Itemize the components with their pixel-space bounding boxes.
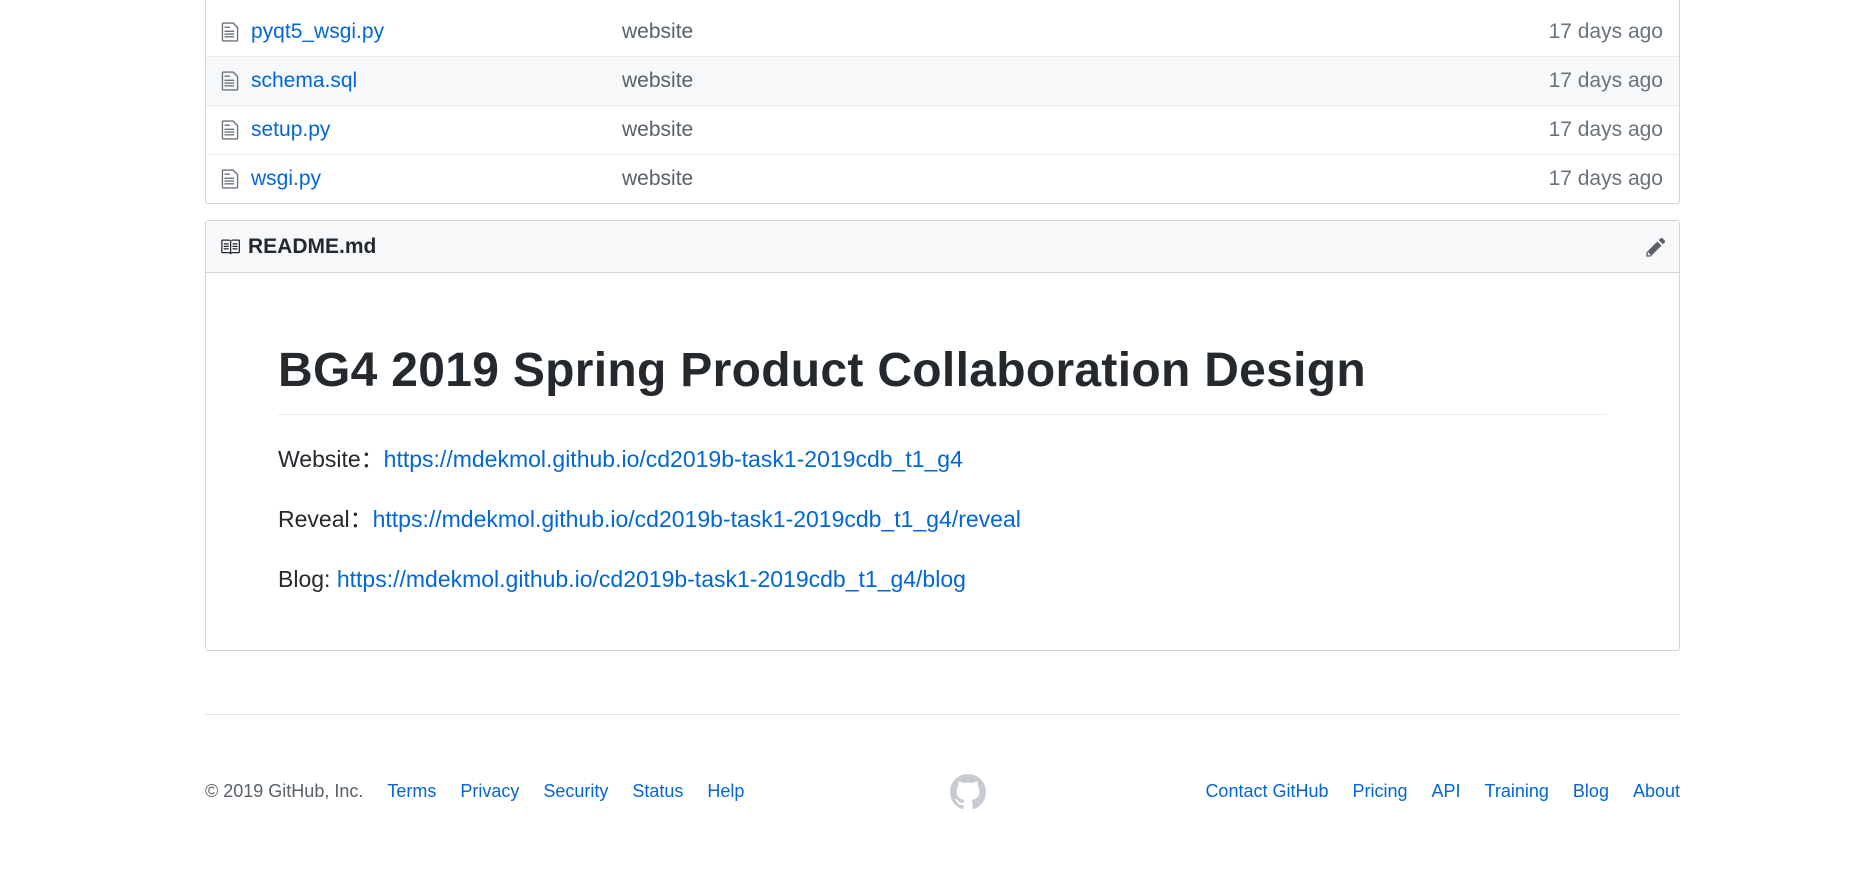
commit-message[interactable]: website [622,20,1549,44]
line-label: Blog: [278,566,337,592]
copyright: © 2019 GitHub, Inc. [205,780,364,801]
line-label: Website： [278,446,384,472]
file-name-link[interactable]: wsgi.py [251,167,622,191]
commit-message[interactable]: website [622,69,1549,93]
github-logo-icon[interactable] [950,774,986,810]
line-label: Reveal： [278,506,373,532]
table-row[interactable]: pyqt5_wsgi.py website 17 days ago [206,0,1679,56]
footer-link-contact[interactable]: Contact GitHub [1205,781,1328,802]
footer-link-api[interactable]: API [1432,781,1461,802]
commit-age: 17 days ago [1548,167,1663,190]
file-list: pyqt5_wsgi.py website 17 days ago schema… [205,0,1680,204]
footer-link-help[interactable]: Help [707,781,744,802]
reveal-link[interactable]: https://mdekmol.github.io/cd2019b-task1-… [373,506,1021,532]
file-name-link[interactable]: setup.py [251,118,622,142]
readme-heading: BG4 2019 Spring Product Collaboration De… [278,343,1607,415]
file-name-link[interactable]: schema.sql [251,69,622,93]
commit-age: 17 days ago [1548,69,1663,92]
footer-link-pricing[interactable]: Pricing [1353,781,1408,802]
readme-panel: README.md BG4 2019 Spring Product Collab… [205,220,1680,651]
readme-body: BG4 2019 Spring Product Collaboration De… [206,273,1679,593]
file-icon [221,71,239,91]
table-row[interactable]: schema.sql website 17 days ago [206,56,1679,105]
table-row[interactable]: wsgi.py website 17 days ago [206,154,1679,203]
footer-left: © 2019 GitHub, Inc. Terms Privacy Securi… [205,781,1181,802]
blog-link[interactable]: https://mdekmol.github.io/cd2019b-task1-… [337,566,966,592]
file-icon [221,169,239,189]
readme-line: Blog: https://mdekmol.github.io/cd2019b-… [278,565,1607,593]
file-name-link[interactable]: pyqt5_wsgi.py [251,20,622,44]
website-link[interactable]: https://mdekmol.github.io/cd2019b-task1-… [384,446,963,472]
readme-line: Website：https://mdekmol.github.io/cd2019… [278,445,1607,473]
footer-link-blog[interactable]: Blog [1573,781,1609,802]
footer-divider [205,714,1680,715]
file-icon [221,120,239,140]
commit-message[interactable]: website [622,167,1549,191]
footer-link-status[interactable]: Status [632,781,683,802]
footer-link-about[interactable]: About [1633,781,1680,802]
footer-link-terms[interactable]: Terms [387,781,436,802]
footer-link-training[interactable]: Training [1485,781,1549,802]
footer-link-security[interactable]: Security [543,781,608,802]
commit-message[interactable]: website [622,118,1549,142]
readme-line: Reveal：https://mdekmol.github.io/cd2019b… [278,505,1607,533]
repo-content: pyqt5_wsgi.py website 17 days ago schema… [205,0,1680,651]
footer: © 2019 GitHub, Inc. Terms Privacy Securi… [205,774,1680,810]
file-icon [221,21,239,42]
pencil-icon[interactable] [1645,236,1667,258]
readme-header: README.md [206,221,1679,273]
commit-age: 17 days ago [1548,118,1663,141]
commit-age: 17 days ago [1548,19,1663,43]
table-row[interactable]: setup.py website 17 days ago [206,105,1679,154]
readme-filename: README.md [248,234,377,258]
footer-link-privacy[interactable]: Privacy [460,781,519,802]
book-icon [221,239,240,254]
footer-right: Contact GitHub Pricing API Training Blog… [1181,781,1680,802]
